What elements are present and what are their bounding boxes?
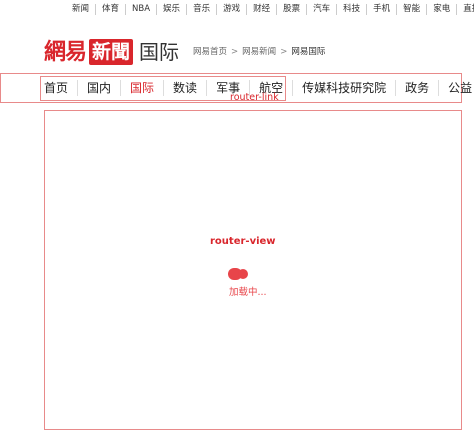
breadcrumb-current[interactable]: 网易国际 [291,37,325,67]
breadcrumb-link-news[interactable]: 网易新闻 [242,37,276,67]
top-channel-item[interactable]: 音乐 [186,4,216,15]
top-channel-item[interactable]: 游戏 [216,4,246,15]
nav-item-media-tech-institute[interactable]: 传媒科技研究院 [292,80,395,96]
top-channel-item[interactable]: 娱乐 [156,4,186,15]
loader-dot [238,269,248,279]
breadcrumb-separator-icon: > [280,47,288,57]
section-title: 国际 [139,40,180,64]
top-channel-item[interactable]: 手机 [366,4,396,15]
logo-badge: 新聞 [89,39,134,65]
top-channel-item[interactable]: NBA [125,4,156,15]
top-channel-item[interactable]: 智能 [396,4,426,15]
netease-news-logo[interactable]: 網易 新聞 [44,37,134,67]
site-header: 網易 新聞 国际 网易首页 > 网易新闻 > 网易国际 [44,34,325,70]
router-view-area [44,110,462,430]
router-link-annotation-label: router-link [230,92,279,103]
top-channel-item[interactable]: 股票 [276,4,306,15]
top-channel-nav: 新闻 体育 NBA 娱乐 音乐 游戏 财经 股票 汽车 科技 手机 智能 家电 … [0,0,474,22]
top-channel-item[interactable]: 汽车 [306,4,336,15]
logo-wordmark: 網易 [44,39,87,65]
top-channel-item[interactable]: 家电 [426,4,456,15]
breadcrumb: 网易首页 > 网易新闻 > 网易国际 [193,37,325,67]
top-channel-item[interactable]: 财经 [246,4,276,15]
top-channel-item[interactable]: 体育 [95,4,125,15]
breadcrumb-link-home[interactable]: 网易首页 [193,37,227,67]
top-channel-item[interactable]: 科技 [336,4,366,15]
top-channel-item[interactable]: 新闻 [72,4,95,15]
loading-text: 加载中... [229,287,267,298]
nav-item-charity[interactable]: 公益 [438,80,474,96]
loading-spinner-icon [228,268,252,280]
top-channel-list: 新闻 体育 NBA 娱乐 音乐 游戏 财经 股票 汽车 科技 手机 智能 家电 … [72,4,474,15]
nav-item-government[interactable]: 政务 [395,80,438,96]
breadcrumb-separator-icon: > [231,47,239,57]
top-channel-item[interactable]: 直播 [456,4,474,15]
router-view-annotation-label: router-view [210,236,276,247]
